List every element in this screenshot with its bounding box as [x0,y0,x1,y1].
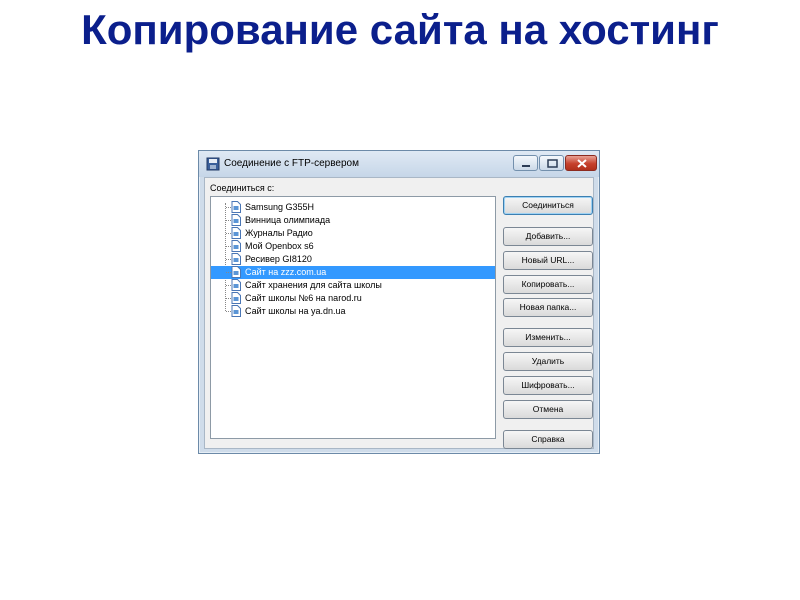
close-icon [577,159,587,168]
tree-item[interactable]: Сайт школы на ya.dn.ua [211,305,495,318]
document-icon [231,240,241,252]
tree-item[interactable]: Сайт хранения для сайта школы [211,279,495,292]
new-folder-button[interactable]: Новая папка... [503,298,593,317]
document-icon [231,266,241,278]
ftp-connection-dialog: Соединение с FTP-сервером Соединиться с:… [198,150,600,454]
maximize-icon [547,159,558,168]
tree-item-label: Сайт хранения для сайта школы [245,280,382,290]
document-icon [231,227,241,239]
tree-item-label: Сайт школы на ya.dn.ua [245,306,346,316]
copy-button[interactable]: Копировать... [503,275,593,294]
tree-item-label: Ресивер GI8120 [245,254,312,264]
connect-button[interactable]: Соединиться [503,196,593,215]
tree-item-label: Винница олимпиада [245,215,331,225]
connect-to-label: Соединиться с: [210,183,275,193]
help-button[interactable]: Справка [503,430,593,449]
dialog-client-area: Соединиться с: Samsung G355H Винница оли… [204,177,594,449]
document-icon [231,214,241,226]
document-icon [231,201,241,213]
tree-item[interactable]: Винница олимпиада [211,214,495,227]
site-tree[interactable]: Samsung G355H Винница олимпиада Журналы … [210,196,496,439]
tree-item-label: Samsung G355H [245,202,315,212]
cancel-button[interactable]: Отмена [503,400,593,419]
tree-item[interactable]: Журналы Радио [211,227,495,240]
tree-item-label: Мой Openbox s6 [245,241,314,251]
tree-item-selected[interactable]: Сайт на zzz.com.ua [211,266,495,279]
maximize-button[interactable] [539,155,564,171]
edit-button[interactable]: Изменить... [503,328,593,347]
new-url-button[interactable]: Новый URL... [503,251,593,270]
minimize-button[interactable] [513,155,538,171]
tree-item[interactable]: Ресивер GI8120 [211,253,495,266]
add-button[interactable]: Добавить... [503,227,593,246]
document-icon [231,305,241,317]
tree-item-label: Сайт на zzz.com.ua [245,267,327,277]
dialog-titlebar[interactable]: Соединение с FTP-сервером [199,151,599,177]
tree-item[interactable]: Сайт школы №6 на narod.ru [211,292,495,305]
tree-item[interactable]: Мой Openbox s6 [211,240,495,253]
slide-title: Копирование сайта на хостинг [81,6,719,53]
encrypt-button[interactable]: Шифровать... [503,376,593,395]
document-icon [231,292,241,304]
document-icon [231,279,241,291]
tree-item[interactable]: Samsung G355H [211,201,495,214]
floppy-disk-icon [206,157,220,171]
dialog-title: Соединение с FTP-сервером [224,158,359,169]
tree-item-label: Сайт школы №6 на narod.ru [245,293,362,303]
minimize-icon [522,165,530,167]
tree-item-label: Журналы Радио [245,228,313,238]
close-button[interactable] [565,155,597,171]
delete-button[interactable]: Удалить [503,352,593,371]
document-icon [231,253,241,265]
